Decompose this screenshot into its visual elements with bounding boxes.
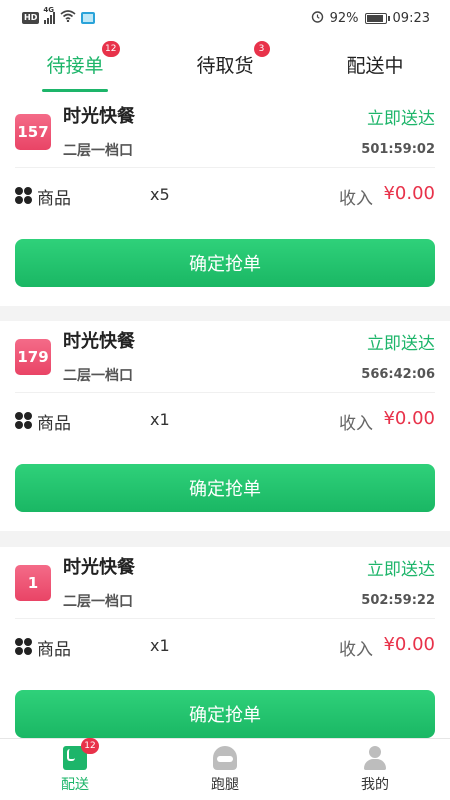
countdown-timer: 502:59:22 (361, 593, 435, 608)
status-bar: HD 4G 92% 09:23 (0, 0, 450, 36)
goods-label: 商品 (37, 414, 71, 434)
income-value: ¥0.00 (383, 408, 435, 429)
order-card: 179 时光快餐 立即送达 二层一档口 566:42:06 商品 x1 收入 ¥… (0, 321, 450, 531)
goods-icon (15, 638, 32, 655)
grab-order-button[interactable]: 确定抢单 (15, 464, 435, 512)
income-label: 收入 (339, 414, 373, 434)
order-header: 1 时光快餐 立即送达 二层一档口 502:59:22 (15, 547, 435, 619)
order-status-tabs: 待接单 12 待取货 3 配送中 (0, 36, 450, 96)
goods-icon (15, 412, 32, 429)
deliver-now-link[interactable]: 立即送达 (367, 555, 435, 580)
shop-name: 时光快餐 (63, 106, 135, 127)
order-header: 179 时光快餐 立即送达 二层一档口 566:42:06 (15, 321, 435, 393)
nav-label: 我的 (361, 777, 389, 793)
shop-address: 二层一档口 (63, 368, 133, 384)
nav-label: 跑腿 (211, 777, 239, 793)
deliver-now-link[interactable]: 立即送达 (367, 329, 435, 354)
tab-label: 配送中 (346, 54, 404, 77)
order-goods-row: 商品 x1 收入 ¥0.00 (15, 619, 435, 675)
deliver-now-link[interactable]: 立即送达 (367, 104, 435, 129)
clock: 09:23 (392, 10, 430, 26)
nav-item-errand[interactable]: 跑腿 (150, 739, 300, 800)
shop-name: 时光快餐 (63, 331, 135, 352)
battery-percent: 92% (329, 10, 359, 26)
order-goods-row: 商品 x5 收入 ¥0.00 (15, 168, 435, 224)
app-notification-icon (81, 12, 96, 24)
helmet-icon (213, 746, 237, 770)
income-value: ¥0.00 (383, 634, 435, 655)
goods-label: 商品 (37, 189, 71, 209)
countdown-timer: 566:42:06 (361, 367, 435, 382)
order-card: 1 时光快餐 立即送达 二层一档口 502:59:22 商品 x1 收入 ¥0.… (0, 547, 450, 757)
user-icon (363, 746, 387, 770)
nav-label: 配送 (61, 777, 89, 793)
nav-badge: 12 (81, 738, 99, 754)
tab-badge: 3 (253, 40, 270, 57)
delivery-icon: 12 (63, 738, 99, 770)
order-goods-row: 商品 x1 收入 ¥0.00 (15, 393, 435, 449)
alarm-icon (311, 10, 324, 27)
nav-item-profile[interactable]: 我的 (300, 739, 450, 800)
tab-badge: 12 (102, 40, 120, 57)
tab-label: 待取货 (196, 54, 254, 77)
bottom-nav: 12 配送 跑腿 我的 (0, 738, 450, 800)
tab-pending-pickup[interactable]: 待取货 3 (150, 36, 300, 96)
hd-badge: HD (22, 12, 40, 24)
goods-quantity: x1 (150, 636, 170, 655)
goods-quantity: x1 (150, 410, 170, 429)
order-number-badge: 1 (15, 565, 51, 601)
countdown-timer: 501:59:02 (361, 142, 435, 157)
shop-name: 时光快餐 (63, 557, 135, 578)
wifi-icon (60, 10, 76, 26)
tab-pending-accept[interactable]: 待接单 12 (0, 36, 150, 96)
income-label: 收入 (339, 640, 373, 660)
goods-label: 商品 (37, 640, 71, 660)
network-type: 4G (43, 6, 54, 14)
order-number-badge: 157 (15, 114, 51, 150)
goods-quantity: x5 (150, 185, 170, 204)
active-tab-indicator (42, 88, 108, 92)
tab-delivering[interactable]: 配送中 (300, 36, 450, 96)
order-header: 157 时光快餐 立即送达 二层一档口 501:59:02 (15, 96, 435, 168)
status-left: HD 4G (22, 6, 96, 26)
grab-order-button[interactable]: 确定抢单 (15, 239, 435, 287)
grab-order-button[interactable]: 确定抢单 (15, 690, 435, 738)
order-number-badge: 179 (15, 339, 51, 375)
shop-address: 二层一档口 (63, 594, 133, 610)
status-right: 92% 09:23 (311, 10, 430, 27)
order-list: 157 时光快餐 立即送达 二层一档口 501:59:02 商品 x5 收入 ¥… (0, 96, 450, 773)
goods-icon (15, 187, 32, 204)
tab-label: 待接单 (46, 54, 104, 77)
signal-icon: 4G (43, 6, 56, 24)
battery-icon (364, 12, 390, 24)
nav-item-delivery[interactable]: 12 配送 (0, 738, 150, 800)
income-label: 收入 (339, 189, 373, 209)
income-value: ¥0.00 (383, 183, 435, 204)
order-card: 157 时光快餐 立即送达 二层一档口 501:59:02 商品 x5 收入 ¥… (0, 96, 450, 306)
shop-address: 二层一档口 (63, 143, 133, 159)
